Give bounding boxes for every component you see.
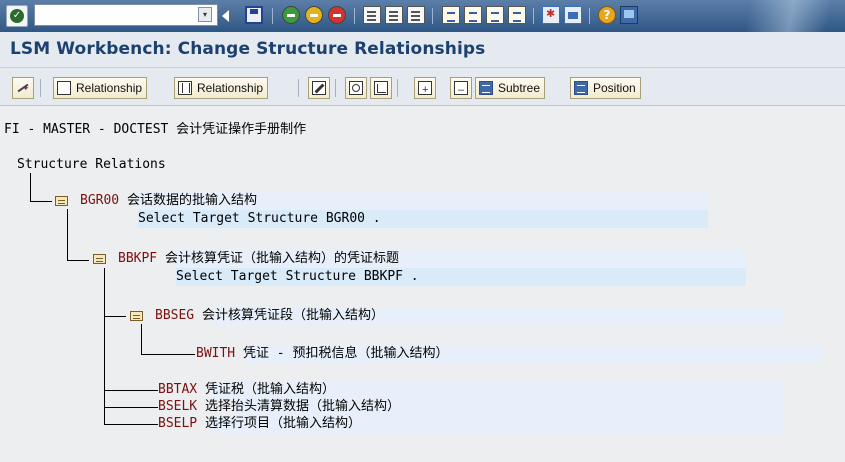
node-subtext: Select Target Structure BBKPF . <box>176 269 419 284</box>
tree-connector <box>104 268 105 424</box>
header-line: FI - MASTER - DOCTEST 会计凭证操作手册制作 <box>4 122 307 137</box>
tree-connector <box>30 173 31 201</box>
node-key: BBTAX <box>158 382 198 397</box>
edit-button[interactable] <box>308 77 330 99</box>
tree-connector <box>104 390 158 391</box>
toolbar-separator <box>335 79 336 97</box>
last-page-icon[interactable] <box>508 6 526 24</box>
toolbar-separator <box>589 8 590 24</box>
structure-tree: FI - MASTER - DOCTEST 会计凭证操作手册制作 Structu… <box>0 106 845 462</box>
node-key: BBSEG <box>155 308 195 323</box>
shortcut-icon[interactable] <box>564 6 582 24</box>
find-icon[interactable] <box>385 6 403 24</box>
node-description: 会计核算凭证（批输入结构）的凭证标题 <box>164 251 399 266</box>
toolbar-separator <box>354 8 355 24</box>
node-description: 选择行项目（批输入结构） <box>204 416 361 431</box>
save-icon[interactable] <box>245 6 263 24</box>
pencil-icon <box>312 81 326 95</box>
node-description: 会话数据的批输入结构 <box>126 193 257 208</box>
subtree-button[interactable]: Subtree <box>475 77 546 99</box>
back-icon[interactable] <box>282 6 300 24</box>
subtree-icon <box>479 81 493 95</box>
tree-node-bbtax[interactable]: BBTAX 凭证税（批输入结构） <box>158 381 335 399</box>
find-icon <box>349 81 363 95</box>
folder-icon[interactable] <box>93 254 106 264</box>
magic-wand-icon <box>16 78 30 98</box>
create-icon <box>57 81 71 95</box>
command-field[interactable] <box>34 4 218 26</box>
enter-icon[interactable]: ✓ <box>6 5 28 27</box>
collapse-icon <box>454 80 468 100</box>
node-key: BSELP <box>158 416 198 431</box>
toolbar-separator <box>40 79 41 97</box>
expand-icon <box>418 80 432 100</box>
folder-icon[interactable] <box>130 311 143 321</box>
toolbar-separator <box>272 8 273 24</box>
next-page-icon[interactable] <box>486 6 504 24</box>
node-key: BSELK <box>158 399 198 414</box>
create-relationship-button[interactable]: Relationship <box>53 77 148 99</box>
tree-node-bwith[interactable]: BWITH 凭证 - 预扣税信息（批输入结构） <box>196 345 448 363</box>
tree-connector <box>104 407 158 408</box>
cancel-icon[interactable] <box>328 6 346 24</box>
page-title: LSM Workbench: Change Structure Relation… <box>10 39 486 59</box>
new-session-icon[interactable] <box>542 6 560 24</box>
node-description: 选择抬头清算数据（批输入结构） <box>204 399 400 414</box>
tree-node-bselp[interactable]: BSELP 选择行项目（批输入结构） <box>158 415 361 433</box>
toolbar-separator <box>298 79 299 97</box>
collapse-all-button[interactable] <box>450 77 472 100</box>
back-triangle-icon[interactable] <box>222 10 229 22</box>
node-key: BGR00 <box>80 193 120 208</box>
system-toolbar: ✓ ▾ ? <box>0 0 845 32</box>
toolbar-decoration <box>725 0 845 32</box>
first-page-icon[interactable] <box>442 6 460 24</box>
tree-node-bbkpf[interactable]: BBKPF 会计核算凭证（批输入结构）的凭证标题 <box>118 250 399 268</box>
node-subtext: Select Target Structure BGR00 . <box>138 211 381 226</box>
tree-root-label: Structure Relations <box>17 157 166 172</box>
tree-connector <box>104 316 126 317</box>
tree-connector <box>141 324 142 354</box>
tree-connector <box>141 354 195 355</box>
previous-page-icon[interactable] <box>464 6 482 24</box>
toolbar-separator <box>533 8 534 24</box>
exit-icon[interactable] <box>305 6 323 24</box>
tree-node-bselk[interactable]: BSELK 选择抬头清算数据（批输入结构） <box>158 398 400 416</box>
find-next-icon[interactable] <box>407 6 425 24</box>
hierarchy-button[interactable] <box>370 77 392 99</box>
subtree-label: Subtree <box>498 81 541 95</box>
folder-icon[interactable] <box>55 196 68 206</box>
other-structure-button[interactable] <box>12 77 34 99</box>
toolbar-separator <box>397 79 398 97</box>
create-relationship-label: Relationship <box>76 81 143 95</box>
position-label: Position <box>593 81 636 95</box>
node-description: 凭证税（批输入结构） <box>204 382 335 397</box>
delete-icon <box>178 81 192 95</box>
tree-node-bgr00[interactable]: BGR00 会话数据的批输入结构 <box>80 192 257 210</box>
title-bar: LSM Workbench: Change Structure Relation… <box>0 32 845 68</box>
find-button[interactable] <box>345 77 367 99</box>
position-icon <box>574 81 588 95</box>
tree-connector <box>104 424 158 425</box>
node-description: 凭证 - 预扣税信息（批输入结构） <box>242 346 449 361</box>
help-icon[interactable]: ? <box>598 6 616 24</box>
application-toolbar: Relationship Relationship Subtree Positi… <box>0 68 845 106</box>
hierarchy-icon <box>374 81 388 95</box>
node-description: 会计核算凭证段（批输入结构） <box>201 308 384 323</box>
tree-connector <box>67 260 89 261</box>
toolbar-separator <box>432 8 433 24</box>
dropdown-icon[interactable]: ▾ <box>198 7 212 22</box>
tree-connector <box>67 209 68 261</box>
delete-relationship-label: Relationship <box>197 81 264 95</box>
print-icon[interactable] <box>363 6 381 24</box>
position-button[interactable]: Position <box>570 77 641 99</box>
customize-layout-icon[interactable] <box>620 6 638 24</box>
node-key: BBKPF <box>118 251 158 266</box>
delete-relationship-button[interactable]: Relationship <box>174 77 269 99</box>
expand-all-button[interactable] <box>414 77 436 100</box>
node-key: BWITH <box>196 346 236 361</box>
tree-node-bbseg[interactable]: BBSEG 会计核算凭证段（批输入结构） <box>155 307 384 325</box>
tree-connector <box>30 201 52 202</box>
